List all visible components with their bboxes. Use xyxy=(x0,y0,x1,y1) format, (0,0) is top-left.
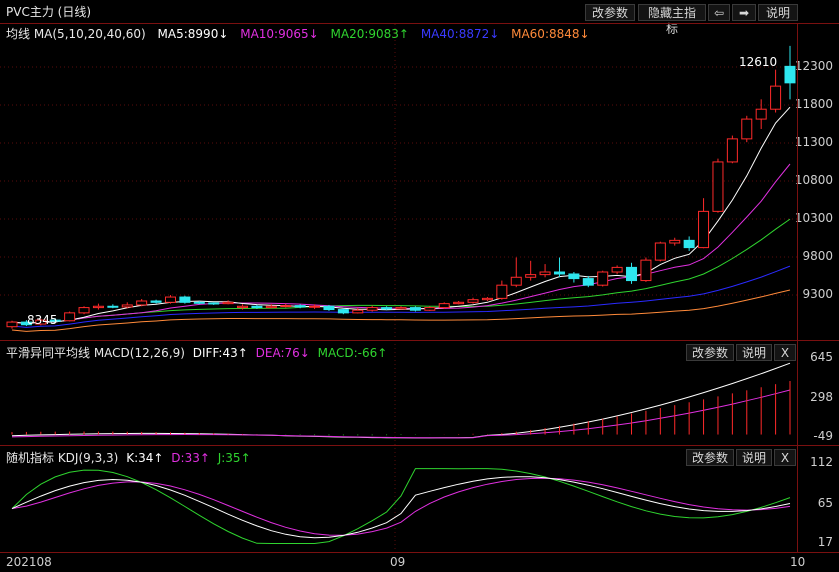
candle-up xyxy=(496,284,508,299)
kdj-legend-name: 随机指标 KDJ(9,3,3) xyxy=(6,451,119,465)
candle-down xyxy=(582,278,594,286)
candle-down xyxy=(409,307,421,311)
candle-up xyxy=(539,271,551,276)
candle-down xyxy=(784,65,796,84)
kdj-legend: 随机指标 KDJ(9,3,3) K:34↑ D:33↑ J:35↑ xyxy=(6,449,259,466)
candle-up xyxy=(309,305,321,308)
kdj-ytick: 112 xyxy=(810,455,833,469)
macd-close-button[interactable]: X xyxy=(774,344,796,361)
main-ytick: 11300 xyxy=(794,135,833,149)
x-label: 10 xyxy=(790,555,806,569)
candle-up xyxy=(698,210,710,249)
candle-down xyxy=(107,305,119,308)
low-label: 8345 xyxy=(27,313,58,327)
high-label: 12610 xyxy=(739,55,778,69)
kdj-close-button[interactable]: X xyxy=(774,449,796,466)
candle-up xyxy=(640,259,652,282)
candle-up xyxy=(237,305,249,309)
candle-down xyxy=(294,305,306,308)
candle-down xyxy=(193,301,205,304)
kdj-ytick: 17 xyxy=(817,535,833,549)
ma10-line xyxy=(11,163,791,324)
macd-legend: 平滑异同平均线 MACD(12,26,9) DIFF:43↑ DEA:76↓ M… xyxy=(6,344,395,361)
candle-up xyxy=(164,296,176,303)
bottom-axis-line xyxy=(0,552,839,553)
right-axis-line xyxy=(797,24,798,552)
candle-down xyxy=(208,302,220,305)
macd-ytick: 645 xyxy=(810,350,833,364)
candle-up xyxy=(741,118,753,140)
candle-up xyxy=(525,274,537,278)
candle-up xyxy=(366,307,378,311)
candle-down xyxy=(381,307,393,310)
main-ytick: 10800 xyxy=(794,173,833,187)
candle-up xyxy=(121,304,133,308)
candle-down xyxy=(323,305,335,311)
kdj-k-line xyxy=(11,476,791,539)
candle-up xyxy=(265,305,277,309)
macd-dea: DEA:76↓ xyxy=(255,346,310,360)
macd-diff-line xyxy=(11,362,791,439)
candle-up xyxy=(726,138,738,163)
macd-params-button[interactable]: 改参数 xyxy=(686,344,734,361)
macd-separator xyxy=(0,340,839,341)
candle-up xyxy=(510,276,522,286)
candle-up xyxy=(64,312,76,322)
macd-value: MACD:-66↑ xyxy=(317,346,388,360)
main-ytick: 9300 xyxy=(802,287,833,301)
candle-down xyxy=(683,239,695,249)
macd-help-button[interactable]: 说明 xyxy=(736,344,772,361)
kdj-j: J:35↑ xyxy=(217,451,251,465)
candle-up xyxy=(597,271,609,286)
macd-dea-line xyxy=(11,389,791,439)
candle-up xyxy=(222,301,234,305)
kdj-d: D:33↑ xyxy=(171,451,210,465)
candle-up xyxy=(481,297,493,301)
candle-up xyxy=(424,307,436,311)
kdj-ytick: 65 xyxy=(817,496,833,510)
candle-up xyxy=(352,309,364,314)
candle-up xyxy=(136,300,148,306)
candle-up xyxy=(755,108,767,120)
candle-down xyxy=(150,300,162,303)
candle-down xyxy=(568,273,580,280)
ma5-line xyxy=(11,106,791,324)
candle-up xyxy=(770,85,782,110)
candle-up xyxy=(467,299,479,303)
macd-ytick: -49 xyxy=(813,429,833,443)
candle-down xyxy=(337,309,349,314)
x-label: 09 xyxy=(390,555,406,569)
candle-up xyxy=(712,161,724,212)
price-chart[interactable] xyxy=(0,0,839,572)
macd-diff: DIFF:43↑ xyxy=(192,346,248,360)
candle-up xyxy=(78,307,90,314)
macd-ytick: 298 xyxy=(810,390,833,404)
candle-up xyxy=(453,301,465,305)
candle-up xyxy=(280,305,292,308)
candle-up xyxy=(611,266,623,273)
candle-up xyxy=(654,242,666,261)
candle-up xyxy=(92,305,104,309)
main-ytick: 10300 xyxy=(794,211,833,225)
kdj-params-button[interactable]: 改参数 xyxy=(686,449,734,466)
main-ytick: 11800 xyxy=(794,97,833,111)
candle-up xyxy=(395,307,407,310)
kdj-help-button[interactable]: 说明 xyxy=(736,449,772,466)
main-ytick: 9800 xyxy=(802,249,833,263)
candle-down xyxy=(626,266,638,282)
candle-down xyxy=(251,305,263,309)
candle-up xyxy=(669,239,681,244)
candle-up xyxy=(438,303,450,309)
x-label: 202108 xyxy=(6,555,52,569)
candle-up xyxy=(6,321,18,328)
main-ytick: 12300 xyxy=(794,59,833,73)
ma40-line xyxy=(11,265,791,328)
kdj-k: K:34↑ xyxy=(126,451,164,465)
macd-legend-name: 平滑异同平均线 MACD(12,26,9) xyxy=(6,346,185,360)
ma60-line xyxy=(11,289,791,332)
kdj-separator xyxy=(0,445,839,446)
candle-down xyxy=(553,271,565,275)
candle-down xyxy=(179,296,191,303)
